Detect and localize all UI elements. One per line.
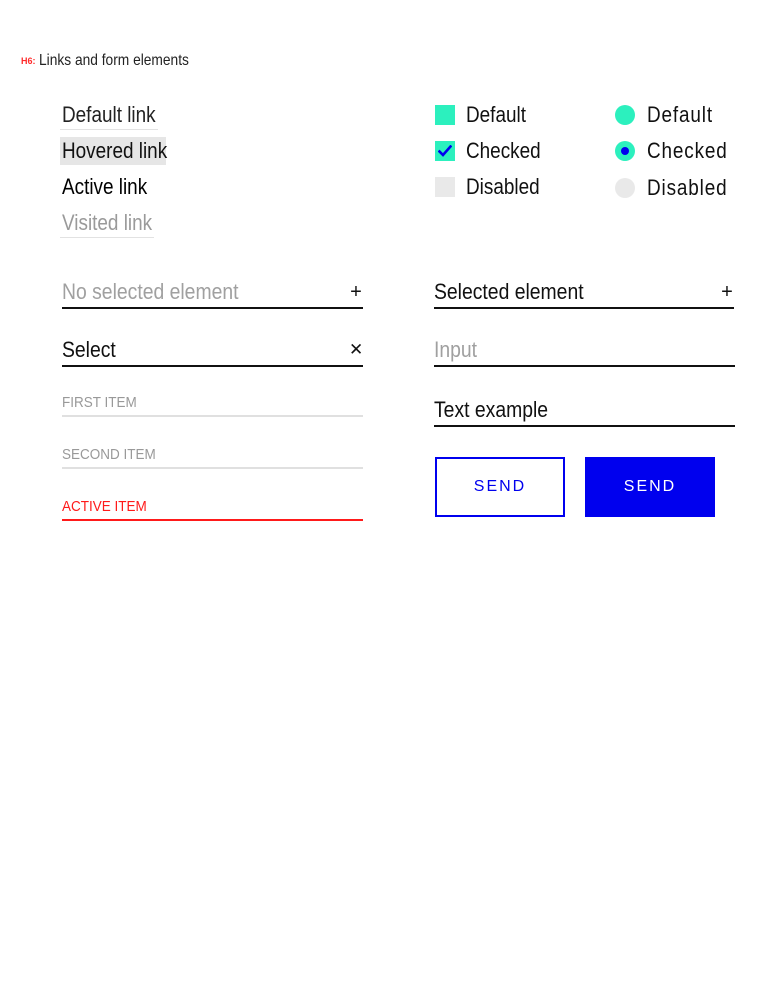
- active-link[interactable]: Active link: [60, 173, 160, 201]
- checkbox-box[interactable]: [435, 105, 455, 125]
- checkbox-box: [435, 177, 455, 197]
- section-header: H6: Links and form elements: [21, 51, 213, 71]
- radio-label: Default: [647, 102, 713, 127]
- dropdown-item-second[interactable]: SECOND ITEM: [62, 441, 363, 469]
- default-link[interactable]: Default link: [60, 101, 158, 130]
- select-open[interactable]: Select ✕: [62, 335, 363, 367]
- input-placeholder: Input: [434, 337, 478, 362]
- select-empty[interactable]: No selected element +: [62, 277, 363, 309]
- radio-label: Checked: [647, 138, 728, 163]
- select-value: Selected element: [434, 279, 584, 304]
- checkbox-box[interactable]: [435, 141, 455, 161]
- plus-icon[interactable]: +: [720, 282, 734, 302]
- input-empty[interactable]: Input: [434, 335, 735, 367]
- radio-disabled: Disabled: [615, 175, 741, 200]
- checkbox-default[interactable]: Default: [435, 102, 536, 127]
- input-filled[interactable]: Text example: [434, 395, 735, 427]
- radio-checked[interactable]: Checked: [615, 138, 741, 163]
- section-title: Links and form elements: [38, 52, 189, 69]
- dropdown-item-active[interactable]: ACTIVE ITEM: [62, 493, 363, 521]
- close-icon[interactable]: ✕: [349, 340, 363, 360]
- checkbox-label: Disabled: [466, 174, 540, 199]
- radio-circle[interactable]: [615, 105, 635, 125]
- checkbox-label: Checked: [466, 138, 541, 163]
- select-placeholder: No selected element: [62, 279, 239, 304]
- radio-circle[interactable]: [615, 141, 635, 161]
- heading-level-tag: H6:: [21, 56, 36, 66]
- radio-default[interactable]: Default: [615, 102, 724, 127]
- radio-dot-icon: [621, 147, 629, 155]
- select-selected[interactable]: Selected element +: [434, 277, 734, 309]
- checkmark-icon: [438, 145, 452, 157]
- dropdown-item-first[interactable]: FIRST ITEM: [62, 389, 363, 417]
- hovered-link[interactable]: Hovered link: [60, 137, 167, 165]
- checkbox-disabled: Disabled: [435, 174, 552, 199]
- select-label: Select: [62, 337, 116, 362]
- checkbox-checked[interactable]: Checked: [435, 138, 553, 163]
- plus-icon[interactable]: +: [349, 282, 363, 302]
- send-solid-button[interactable]: SEND: [585, 457, 715, 517]
- radio-circle: [615, 178, 635, 198]
- checkbox-label: Default: [466, 102, 526, 127]
- visited-link[interactable]: Visited link: [60, 209, 154, 238]
- radio-label: Disabled: [647, 175, 728, 200]
- send-outline-button[interactable]: SEND: [435, 457, 565, 517]
- input-value: Text example: [434, 397, 549, 422]
